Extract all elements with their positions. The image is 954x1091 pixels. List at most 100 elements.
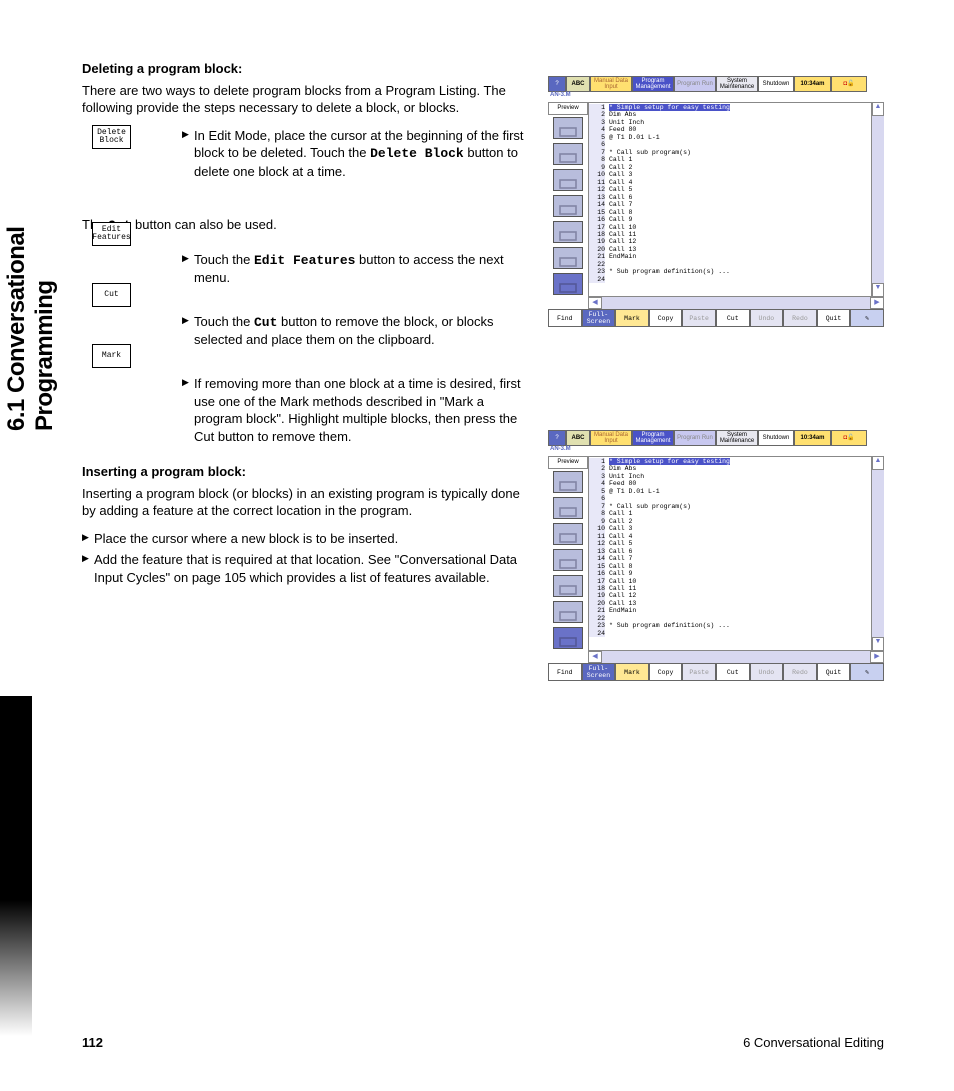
diamond2-icon[interactable] [553, 601, 583, 623]
code-line[interactable]: 23* Sub program definition(s) ... [589, 622, 871, 629]
help-tab[interactable]: ? [548, 76, 566, 92]
shutdown-tab[interactable]: Shutdown [758, 430, 794, 446]
scroll-track[interactable] [602, 651, 870, 663]
program-run-tab[interactable]: Program Run [674, 76, 716, 92]
system-maintenance-tab[interactable]: System Maintenance [716, 76, 758, 92]
vertical-scrollbar[interactable]: ▲▼ [872, 102, 884, 297]
code-line[interactable]: 9Call 2 [589, 518, 871, 525]
fullscreen-button[interactable]: Full- Screen [582, 309, 616, 327]
copy-button[interactable]: Copy [649, 663, 683, 681]
cut-button[interactable]: Cut [716, 663, 750, 681]
code-line[interactable]: 5@ T1 D.01 L-1 [589, 134, 871, 141]
code-line[interactable]: 19Call 12 [589, 238, 871, 245]
code-line[interactable]: 20Call 13 [589, 246, 871, 253]
code-line[interactable]: 14Call 7 [589, 555, 871, 562]
code-line[interactable]: 21EndMain [589, 607, 871, 614]
code-line[interactable]: 15Call 8 [589, 209, 871, 216]
scroll-down-icon[interactable]: ▼ [872, 637, 884, 651]
code-line[interactable]: 2Dim Abs [589, 465, 871, 472]
diamond2-icon[interactable] [553, 247, 583, 269]
code-line[interactable]: 3Unit Inch [589, 119, 871, 126]
cut-button[interactable]: Cut [716, 309, 750, 327]
shutdown-tab[interactable]: Shutdown [758, 76, 794, 92]
program-listing[interactable]: 1* Simple setup for easy testing2Dim Abs… [588, 102, 872, 297]
scroll-left-icon[interactable]: ◀ [588, 651, 602, 663]
lines-icon[interactable] [553, 497, 583, 519]
scroll-down-icon[interactable]: ▼ [872, 283, 884, 297]
tape2-icon[interactable] [553, 549, 583, 571]
toolbox-button[interactable]: ✎ [850, 309, 884, 327]
help-tab[interactable]: ? [548, 430, 566, 446]
code-line[interactable]: 16Call 9 [589, 216, 871, 223]
code-line[interactable]: 17Call 10 [589, 224, 871, 231]
horizontal-scrollbar[interactable]: ◀▶ [588, 651, 884, 663]
code-line[interactable]: 2Dim Abs [589, 111, 871, 118]
code-line[interactable]: 6 [589, 495, 871, 502]
program-management-tab[interactable]: Program Management [632, 430, 674, 446]
flag-icon[interactable] [553, 273, 583, 295]
fullscreen-button[interactable]: Full- Screen [582, 663, 616, 681]
code-line[interactable]: 18Call 11 [589, 231, 871, 238]
code-line[interactable]: 18Call 11 [589, 585, 871, 592]
code-line[interactable]: 8Call 1 [589, 510, 871, 517]
code-line[interactable]: 23* Sub program definition(s) ... [589, 268, 871, 275]
quit-button[interactable]: Quit [817, 309, 851, 327]
tape-icon[interactable] [553, 471, 583, 493]
code-line[interactable]: 20Call 13 [589, 600, 871, 607]
vertical-scrollbar[interactable]: ▲▼ [872, 456, 884, 651]
mdi-tab[interactable]: Manual Data Input [590, 76, 632, 92]
scroll-up-icon[interactable]: ▲ [872, 102, 884, 116]
code-line[interactable]: 11Call 4 [589, 179, 871, 186]
hatch-icon[interactable] [553, 523, 583, 545]
code-line[interactable]: 14Call 7 [589, 201, 871, 208]
code-line[interactable]: 1* Simple setup for easy testing [589, 104, 871, 111]
code-line[interactable]: 21EndMain [589, 253, 871, 260]
code-line[interactable]: 9Call 2 [589, 164, 871, 171]
program-run-tab[interactable]: Program Run [674, 430, 716, 446]
horizontal-scrollbar[interactable]: ◀▶ [588, 297, 884, 309]
code-line[interactable]: 10Call 3 [589, 525, 871, 532]
code-line[interactable]: 11Call 4 [589, 533, 871, 540]
code-line[interactable]: 5@ T1 D.01 L-1 [589, 488, 871, 495]
toolbox-button[interactable]: ✎ [850, 663, 884, 681]
code-line[interactable]: 10Call 3 [589, 171, 871, 178]
mdi-tab[interactable]: Manual Data Input [590, 430, 632, 446]
program-listing[interactable]: 1* Simple setup for easy testing2Dim Abs… [588, 456, 872, 651]
scroll-right-icon[interactable]: ▶ [870, 651, 884, 663]
code-line[interactable]: 4Feed 80 [589, 480, 871, 487]
code-line[interactable]: 17Call 10 [589, 578, 871, 585]
code-line[interactable]: 15Call 8 [589, 563, 871, 570]
tape2-icon[interactable] [553, 195, 583, 217]
code-line[interactable]: 16Call 9 [589, 570, 871, 577]
quit-button[interactable]: Quit [817, 663, 851, 681]
find-button[interactable]: Find [548, 309, 582, 327]
code-line[interactable]: 19Call 12 [589, 592, 871, 599]
scroll-track[interactable] [602, 297, 870, 309]
code-line[interactable]: 3Unit Inch [589, 473, 871, 480]
tape-icon[interactable] [553, 117, 583, 139]
code-line[interactable]: 12Call 5 [589, 186, 871, 193]
code-line[interactable]: 22 [589, 261, 871, 268]
lines-icon[interactable] [553, 143, 583, 165]
scroll-right-icon[interactable]: ▶ [870, 297, 884, 309]
code-line[interactable]: 22 [589, 615, 871, 622]
abc-tab[interactable]: ABC [566, 430, 590, 446]
code-line[interactable]: 7* Call sub program(s) [589, 149, 871, 156]
program-management-tab[interactable]: Program Management [632, 76, 674, 92]
code-line[interactable]: 6 [589, 141, 871, 148]
mark-button[interactable]: Mark [615, 663, 649, 681]
diamond-icon[interactable] [553, 221, 583, 243]
diamond-icon[interactable] [553, 575, 583, 597]
flag-icon[interactable] [553, 627, 583, 649]
mark-button[interactable]: Mark [615, 309, 649, 327]
code-line[interactable]: 12Call 5 [589, 540, 871, 547]
code-line[interactable]: 13Call 6 [589, 194, 871, 201]
code-line[interactable]: 13Call 6 [589, 548, 871, 555]
scroll-up-icon[interactable]: ▲ [872, 456, 884, 470]
find-button[interactable]: Find [548, 663, 582, 681]
code-line[interactable]: 24 [589, 630, 871, 637]
code-line[interactable]: 4Feed 80 [589, 126, 871, 133]
abc-tab[interactable]: ABC [566, 76, 590, 92]
code-line[interactable]: 1* Simple setup for easy testing [589, 458, 871, 465]
hatch-icon[interactable] [553, 169, 583, 191]
